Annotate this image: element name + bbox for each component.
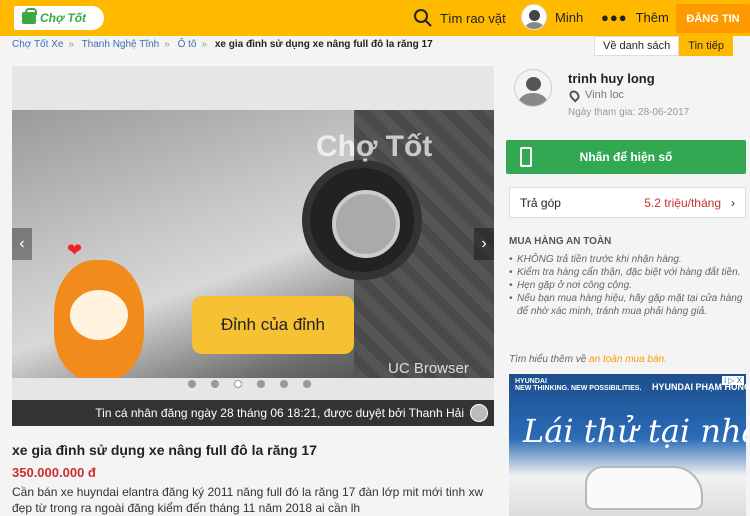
photo-wheel [302,160,422,280]
show-phone-label: Nhấn để hiện số [579,150,673,164]
squirrel-mascot-sticker [54,260,144,378]
tip-item: KHÔNG trả tiền trước khi nhận hàng. [509,253,749,266]
uc-browser-watermark: UC Browser [388,360,469,377]
image-gallery: Chợ Tốt ❤ Đỉnh của đỉnh UC Browser ‹ › [12,66,494,426]
pagination-dot[interactable] [303,380,311,388]
installment-value: 5.2 triệu/tháng [644,195,721,210]
breadcrumb-item[interactable]: Thanh Nghệ Tĩnh [82,39,160,50]
pagination-dot[interactable] [257,380,265,388]
seller-avatar[interactable] [514,69,552,107]
tip-item: Hẹn gặp ở nơi công cộng. [509,279,749,292]
pagination-dot-active[interactable] [234,380,242,388]
listing-photo[interactable]: Chợ Tốt ❤ Đỉnh của đỉnh UC Browser [12,110,494,378]
listing-nav: Về danh sách Tin tiếp [594,36,733,56]
car-image [585,466,703,510]
user-name: Minh [555,9,584,25]
hyundai-ad-banner[interactable]: HYUNDAI NEW THINKING. NEW POSSIBILITIES. … [509,374,750,516]
learn-more-prefix: Tìm hiểu thêm về [509,354,587,365]
ad-brand: HYUNDAI NEW THINKING. NEW POSSIBILITIES. [515,378,642,392]
more-label: Thêm [635,10,669,25]
image-pagination [188,380,311,388]
basket-icon [22,8,37,24]
installment-row[interactable]: Trả góp 5.2 triệu/tháng › [509,187,746,218]
search-link[interactable]: Tìm rao vặt [414,9,506,27]
safe-buying-tips: MUA HÀNG AN TOÀN KHÔNG trả tiền trước kh… [509,236,749,318]
learn-more: Tìm hiểu thêm về an toàn mua bán. [509,354,667,365]
back-to-list-button[interactable]: Về danh sách [594,36,680,56]
seller-name[interactable]: trinh huy long [568,71,655,86]
ad-choices-icon[interactable]: i ▷ X [722,376,744,385]
phone-icon [520,147,532,167]
location-pin-icon [567,87,582,103]
top-bar: Chợ Tốt Tìm rao vặt Minh ●●● Thêm ĐĂNG T… [0,0,750,36]
listing-description: Cần bán xe huyndai elantra đăng ký 2011 … [12,485,484,515]
next-image-arrow-icon[interactable]: › [474,228,494,260]
photo-watermark: Chợ Tốt [316,130,433,163]
installment-label: Trả góp [520,195,561,210]
seller-join-date: Ngày tham gia: 28-06-2017 [568,107,690,118]
logo-text: Chợ Tốt [40,11,87,25]
cho-tot-logo[interactable]: Chợ Tốt [14,6,104,30]
breadcrumb-item[interactable]: Ô tô [178,39,197,50]
show-phone-button[interactable]: Nhấn để hiện số [506,140,746,174]
user-avatar [521,4,547,30]
sticker-speech-bubble: Đỉnh của đỉnh [192,296,354,354]
post-ad-button[interactable]: ĐĂNG TIN [676,4,750,33]
user-menu[interactable]: Minh [521,4,583,30]
photo-caption: Tin cá nhân đăng ngày 28 tháng 06 18:21,… [12,400,494,426]
more-menu[interactable]: ●●● Thêm [601,10,669,25]
moderator-avatar [470,404,488,422]
search-icon [414,9,432,27]
tip-item: Nếu bạn mua hàng hiệu, hãy gặp mặt tại c… [509,292,749,318]
more-dots-icon: ●●● [601,10,628,25]
caption-text: Tin cá nhân đăng ngày 28 tháng 06 18:21,… [95,406,464,420]
breadcrumb-current: xe gia đình sử dụng xe nâng full đô la r… [214,39,433,50]
pagination-dot[interactable] [211,380,219,388]
tip-item: Kiểm tra hàng cẩn thận, đặc biệt với hàn… [509,266,749,279]
next-listing-button[interactable]: Tin tiếp [679,36,733,56]
pagination-dot[interactable] [280,380,288,388]
seller-location-text: Vinh loc [585,89,624,101]
safe-trading-link[interactable]: an toàn mua bán. [589,354,667,365]
breadcrumb-item[interactable]: Chợ Tốt Xe [12,39,63,50]
search-label: Tìm rao vặt [440,10,506,26]
seller-location: Vinh loc [567,87,624,103]
breadcrumb: Chợ Tốt Xe» Thanh Nghệ Tĩnh» Ô tô» xe gi… [12,39,433,50]
ad-slogan: Lái thử tại nhà [523,412,750,450]
chevron-right-icon: › [731,195,735,210]
listing-price: 350.000.000 đ [12,465,96,480]
prev-image-arrow-icon[interactable]: ‹ [12,228,32,260]
listing-title: xe gia đình sử dụng xe nâng full đô la r… [12,442,317,458]
pagination-dot[interactable] [188,380,196,388]
safe-buying-title: MUA HÀNG AN TOÀN [509,236,612,247]
heart-icon: ❤ [67,240,83,260]
